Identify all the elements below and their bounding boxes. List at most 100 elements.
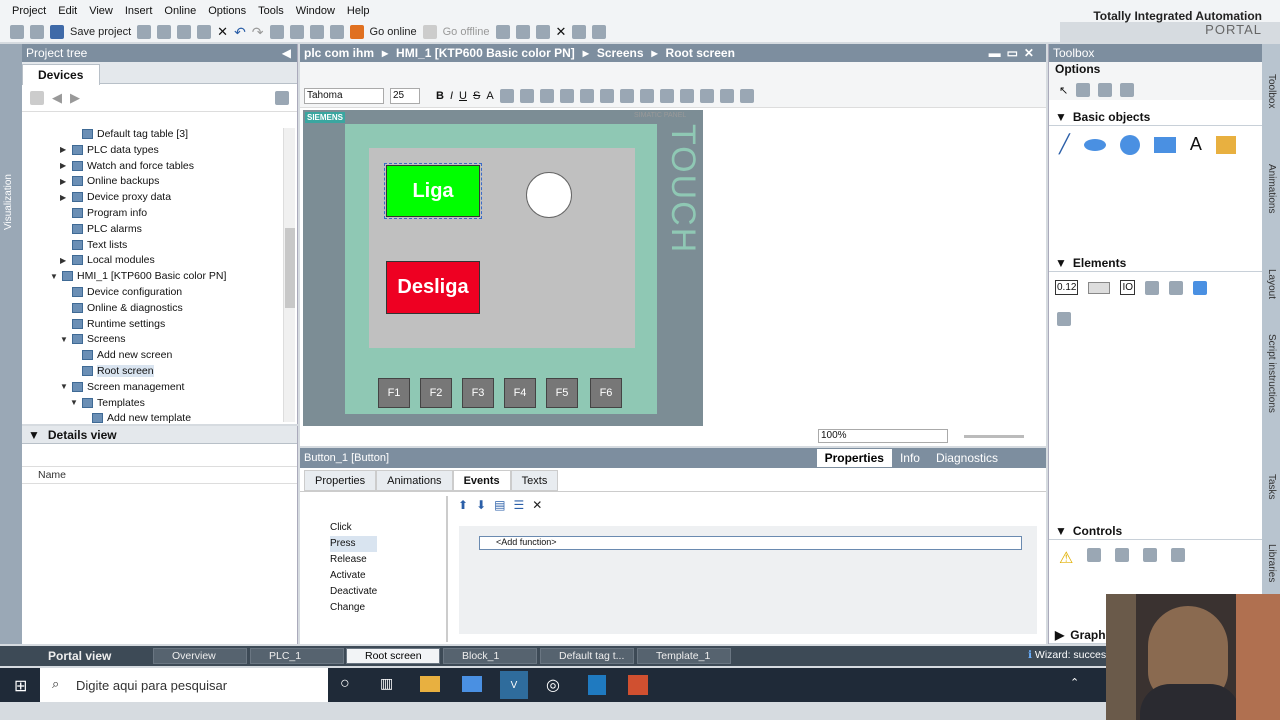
- layout-tab[interactable]: Layout: [1266, 269, 1277, 299]
- format-painter-icon[interactable]: [719, 88, 734, 103]
- tree-scrollbar[interactable]: [283, 128, 295, 422]
- bold-icon[interactable]: B: [436, 90, 444, 102]
- simulate-icon[interactable]: [329, 25, 344, 39]
- expand-toggle-icon[interactable]: ▼: [60, 382, 68, 391]
- f5-key[interactable]: F5: [546, 378, 578, 408]
- font-size-select[interactable]: 25: [390, 87, 420, 104]
- accessible-devices-icon[interactable]: [495, 25, 510, 39]
- line-icon[interactable]: ╱: [1059, 134, 1070, 155]
- libraries-tab[interactable]: Libraries: [1266, 544, 1277, 582]
- insert-icon[interactable]: ▤: [494, 498, 505, 512]
- symbolic-io-icon[interactable]: IO: [1120, 280, 1136, 295]
- expand-toggle-icon[interactable]: ▼: [60, 335, 68, 344]
- window-controls-icon[interactable]: ▬▭✕: [989, 46, 1040, 60]
- go-online-icon[interactable]: [349, 25, 364, 39]
- tab-info[interactable]: Info: [892, 449, 928, 467]
- cut-icon[interactable]: [157, 25, 172, 39]
- animations-tab[interactable]: Animations: [1266, 164, 1277, 213]
- f3-key[interactable]: F3: [462, 378, 494, 408]
- f6-key[interactable]: F6: [590, 378, 622, 408]
- io-field-icon[interactable]: 0.12: [1055, 280, 1079, 295]
- menu-tools[interactable]: Tools: [252, 5, 290, 17]
- tree-item[interactable]: ▶ PLC data types: [60, 142, 159, 158]
- section-basic-objects[interactable]: ▼ Basic objects: [1049, 108, 1263, 126]
- add-function-dropdown[interactable]: <Add function>: [479, 536, 1022, 550]
- user-icon[interactable]: [1076, 83, 1091, 97]
- tab-events[interactable]: Events: [452, 470, 511, 491]
- tree-item[interactable]: Default tag table [3]: [70, 126, 188, 142]
- rotate-icon[interactable]: [639, 88, 654, 103]
- circle-icon[interactable]: [1119, 134, 1140, 155]
- align-objects-icon[interactable]: [659, 88, 674, 103]
- menu-window[interactable]: Window: [290, 5, 341, 17]
- grid-icon[interactable]: [1098, 83, 1113, 97]
- go-offline-button[interactable]: Go offline: [443, 26, 490, 38]
- back-icon[interactable]: ◀: [52, 90, 62, 106]
- menu-online[interactable]: Online: [158, 5, 202, 17]
- expand-toggle-icon[interactable]: ▶: [60, 145, 68, 154]
- script-instructions-tab[interactable]: Script instructions: [1266, 334, 1277, 413]
- menu-options[interactable]: Options: [202, 5, 252, 17]
- forward-icon[interactable]: ▶: [70, 90, 80, 106]
- save-project-button[interactable]: Save project: [70, 26, 131, 38]
- tree-item[interactable]: Text lists: [60, 237, 127, 253]
- portal-view-button[interactable]: Portal view: [30, 648, 140, 664]
- cortana-icon[interactable]: ○: [340, 675, 350, 693]
- graphic-io-icon[interactable]: [1145, 280, 1160, 295]
- f4-key[interactable]: F4: [504, 378, 536, 408]
- menu-edit[interactable]: Edit: [52, 5, 83, 17]
- new-project-icon[interactable]: [10, 25, 24, 39]
- windows-search-box[interactable]: ⌕ Digite aqui para pesquisar: [40, 668, 328, 702]
- tree-item[interactable]: Add new template: [80, 410, 191, 424]
- tree-item[interactable]: ▼ Screens: [60, 331, 126, 347]
- tree-item[interactable]: Root screen: [70, 363, 154, 379]
- go-online-button[interactable]: Go online: [370, 26, 417, 38]
- section-controls[interactable]: ▼ Controls: [1049, 522, 1263, 540]
- tab-overview[interactable]: Overview: [153, 648, 247, 664]
- desliga-button[interactable]: Desliga: [386, 261, 480, 314]
- split-v-icon[interactable]: [592, 25, 607, 39]
- show-overview-icon[interactable]: [275, 90, 289, 105]
- tree-item[interactable]: ▼ Screen management: [60, 379, 184, 395]
- expand-toggle-icon[interactable]: ▶: [60, 177, 68, 186]
- text-field-icon[interactable]: A: [1190, 134, 1202, 155]
- details-name-column[interactable]: Name: [22, 466, 297, 484]
- open-project-icon[interactable]: [30, 25, 44, 39]
- expand-toggle-icon[interactable]: ▶: [60, 193, 68, 202]
- package-icon[interactable]: [628, 675, 648, 695]
- line-width-icon[interactable]: [599, 88, 614, 103]
- tab-root-screen[interactable]: Root screen: [346, 648, 440, 664]
- alarm-view-icon[interactable]: ⚠: [1059, 548, 1073, 568]
- zoom-select[interactable]: 100%: [818, 429, 948, 443]
- app-icon[interactable]: [588, 675, 606, 695]
- expand-toggle-icon[interactable]: ▼: [50, 272, 58, 281]
- tab-plc1[interactable]: PLC_1: [250, 648, 344, 664]
- tree-item[interactable]: PLC alarms: [60, 221, 142, 237]
- breadcrumb-hmi[interactable]: HMI_1 [KTP600 Basic color PN]: [396, 46, 575, 60]
- tab-properties[interactable]: Properties: [304, 470, 377, 491]
- event-change[interactable]: Change: [330, 600, 377, 616]
- fill-color-icon[interactable]: [539, 88, 554, 103]
- distribute-icon[interactable]: [679, 88, 694, 103]
- align-icon[interactable]: [499, 88, 514, 103]
- tab-texts[interactable]: Texts: [510, 470, 559, 491]
- tab-default-tag-table[interactable]: Default tag t...: [540, 648, 634, 664]
- event-press[interactable]: Press: [330, 536, 378, 552]
- font-grow-icon[interactable]: A: [486, 90, 493, 102]
- move-up-icon[interactable]: ⬆: [458, 498, 468, 512]
- table-icon[interactable]: [1120, 83, 1135, 97]
- expand-toggle-icon[interactable]: ▶: [60, 256, 68, 265]
- f2-key[interactable]: F2: [420, 378, 452, 408]
- tab-diagnostics[interactable]: Diagnostics: [928, 449, 1006, 467]
- toolbox-tab[interactable]: Toolbox: [1266, 74, 1277, 108]
- task-view-icon[interactable]: ▥: [380, 675, 393, 692]
- file-explorer-icon[interactable]: [420, 676, 440, 692]
- tree-item[interactable]: Online & diagnostics: [60, 300, 183, 316]
- bar-icon[interactable]: [1193, 280, 1208, 295]
- download-icon[interactable]: [289, 25, 304, 39]
- f1-key[interactable]: F1: [378, 378, 410, 408]
- tree-item[interactable]: ▼ HMI_1 [KTP600 Basic color PN]: [50, 268, 226, 284]
- menu-project[interactable]: Project: [6, 5, 52, 17]
- save-icon[interactable]: [50, 25, 64, 39]
- italic-icon[interactable]: I: [450, 90, 453, 102]
